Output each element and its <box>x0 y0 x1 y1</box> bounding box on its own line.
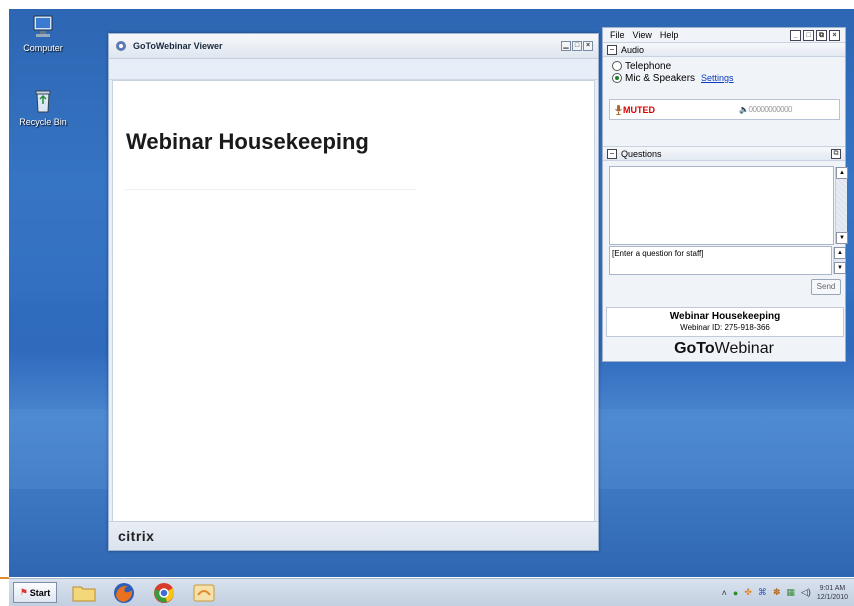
gotowebinar-logo-icon <box>116 41 126 51</box>
taskbar-chrome[interactable] <box>151 582 177 604</box>
clock-time: 9:01 AM <box>819 584 846 592</box>
menu-help[interactable]: Help <box>660 30 679 40</box>
radio-button-selected[interactable] <box>612 73 622 83</box>
audio-header-label: Audio <box>621 44 645 55</box>
brand-goto: GoTo <box>674 340 715 357</box>
questions-log[interactable]: ▲ ▼ <box>609 166 848 245</box>
audio-settings-link[interactable]: Settings <box>701 73 734 83</box>
webinar-id: Webinar ID: 275-918-366 <box>680 323 770 332</box>
desktop-icon-label: Computer <box>23 43 63 53</box>
close-button[interactable]: × <box>829 29 840 41</box>
question-input[interactable]: [Enter a question for staff] ▲ ▼ <box>609 246 846 275</box>
audio-option-label: Mic & Speakers <box>625 72 696 84</box>
system-clock[interactable]: 9:01 AM 12/1/2010 <box>817 584 848 602</box>
scroll-up-button[interactable]: ▲ <box>834 247 846 259</box>
muted-label: MUTED <box>623 104 655 115</box>
network-icon[interactable]: ▦ <box>786 587 795 598</box>
audio-status-box: MUTED 🔈00000000000 <box>609 99 840 120</box>
minimize-button[interactable]: _ <box>790 29 801 41</box>
send-button[interactable]: Send <box>811 279 841 295</box>
collapse-icon[interactable]: − <box>607 148 617 159</box>
firefox-icon <box>114 582 134 603</box>
scroll-down-button[interactable]: ▼ <box>834 262 846 274</box>
panel-menubar: File View Help _ □ ⧉ × <box>603 28 845 42</box>
windows-flag-icon: ⚑ <box>19 587 28 597</box>
taskbar-firefox[interactable] <box>111 582 137 604</box>
webinar-viewer-window: GoToWebinar Viewer ▁ □ × Webinar Houseke… <box>108 33 599 551</box>
taskbar-explorer[interactable] <box>71 582 97 604</box>
collapse-icon[interactable]: − <box>607 44 617 55</box>
taskbar: ⚑ Start ˄ ● ✤ ⌘ ✽ ▦ ◁) 9:01 AM 12/1/2010 <box>9 578 854 606</box>
viewer-toolbar <box>109 59 598 80</box>
volume-meter: 🔈00000000000 <box>739 105 792 114</box>
webinar-info-title: Webinar Housekeeping <box>669 311 781 322</box>
menu-view[interactable]: View <box>633 30 652 40</box>
volume-meter-bars: 00000000000 <box>748 105 793 114</box>
clock-date: 12/1/2010 <box>816 593 848 601</box>
computer-icon <box>33 15 53 37</box>
start-label: Start <box>29 587 51 598</box>
speaker-icon: 🔈 <box>739 105 749 114</box>
scroll-up-button[interactable]: ▲ <box>836 167 848 179</box>
volume-icon[interactable]: ◁) <box>801 587 811 598</box>
tray-app-icon[interactable]: ✽ <box>773 587 781 598</box>
control-panel: File View Help _ □ ⧉ × − Audio Telephone… <box>602 27 848 362</box>
input-scrollbar[interactable]: ▲ ▼ <box>833 247 846 274</box>
minimize-button[interactable]: ▁ <box>561 41 571 51</box>
audio-option-telephone[interactable]: Telephone <box>603 60 845 72</box>
viewer-footer: citrix <box>109 521 598 550</box>
maximize-button[interactable]: □ <box>803 29 814 41</box>
questions-scrollbar[interactable]: ▲ ▼ <box>835 167 848 244</box>
tray-app-icon[interactable]: ✤ <box>744 587 752 598</box>
slide-divider <box>125 189 417 190</box>
mute-toggle[interactable]: MUTED <box>614 104 655 115</box>
audio-section-header[interactable]: − Audio <box>603 42 845 57</box>
citrix-logo: citrix <box>118 528 155 544</box>
radio-button[interactable] <box>612 61 622 71</box>
corner-mark <box>0 577 9 579</box>
questions-header-label: Questions <box>621 148 662 159</box>
gotowebinar-brand: GoToWebinar <box>603 340 845 358</box>
tray-app-icon[interactable]: ⌘ <box>758 587 767 598</box>
gotowebinar-app-icon <box>193 584 215 601</box>
question-input-placeholder: [Enter a question for staff] <box>612 249 704 258</box>
recycle-bin-icon <box>35 90 51 113</box>
slide-title: Webinar Housekeeping <box>126 129 369 154</box>
viewer-title: GoToWebinar Viewer <box>133 41 223 51</box>
start-button[interactable]: ⚑ Start <box>13 582 57 603</box>
tray-app-icon[interactable]: ● <box>733 588 738 598</box>
taskbar-gotowebinar[interactable] <box>191 582 217 604</box>
desktop-icon-label: Recycle Bin <box>19 117 67 127</box>
chrome-icon <box>154 582 175 603</box>
system-tray: ˄ ● ✤ ⌘ ✽ ▦ ◁) 9:01 AM 12/1/2010 <box>722 584 848 602</box>
scroll-down-button[interactable]: ▼ <box>836 232 848 244</box>
panel-window-controls: _ □ ⧉ × <box>790 29 840 41</box>
viewer-titlebar[interactable]: GoToWebinar Viewer ▁ □ × <box>109 34 598 59</box>
folder-icon <box>72 586 96 601</box>
audio-option-mic-speakers[interactable]: Mic & Speakers Settings <box>603 72 845 84</box>
popout-button[interactable]: ⧉ <box>816 29 827 41</box>
audio-option-label: Telephone <box>625 60 672 72</box>
brand-webinar: Webinar <box>714 340 774 357</box>
viewer-window-controls: ▁ □ × <box>561 41 593 51</box>
popout-button[interactable]: ⧉ <box>831 148 841 159</box>
show-hidden-icons-icon[interactable]: ˄ <box>722 588 727 598</box>
shared-screen-area: Webinar Housekeeping <box>112 80 595 522</box>
maximize-button[interactable]: □ <box>572 41 582 51</box>
close-button[interactable]: × <box>583 41 593 51</box>
menu-file[interactable]: File <box>610 30 625 40</box>
microphone-icon <box>615 104 622 115</box>
webinar-info-box: Webinar Housekeeping Webinar ID: 275-918… <box>606 307 844 337</box>
desktop-icon-recycle-bin[interactable]: Recycle Bin <box>13 87 73 127</box>
desktop-icon-computer[interactable]: Computer <box>13 13 73 53</box>
questions-section-header[interactable]: − Questions ⧉ <box>603 146 845 161</box>
